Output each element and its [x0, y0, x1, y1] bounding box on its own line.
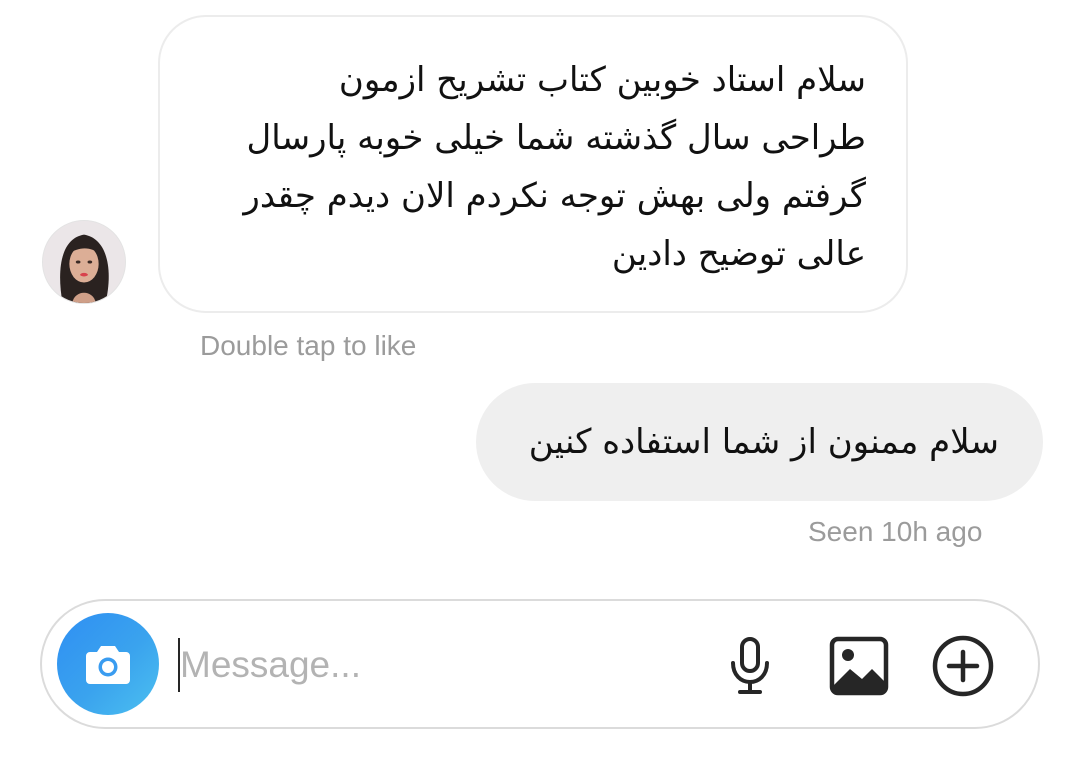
outgoing-message-bubble[interactable]: سلام ممنون از شما استفاده کنین — [476, 383, 1043, 501]
incoming-message-line: سلام استاد خوبین کتاب تشریح ازمون — [338, 60, 866, 100]
microphone-button[interactable] — [715, 631, 785, 701]
incoming-avatar[interactable] — [42, 220, 126, 304]
camera-button[interactable] — [57, 613, 159, 715]
message-composer — [40, 599, 1040, 729]
incoming-message-line: عالی توضیح دادین — [611, 234, 866, 274]
microphone-icon — [731, 637, 769, 694]
seen-status: Seen 10h ago — [808, 516, 983, 547]
incoming-message-line: طراحی سال گذشته شما خیلی خوبه پارسال — [246, 118, 866, 158]
message-input[interactable] — [180, 629, 700, 701]
add-button[interactable] — [928, 631, 998, 701]
incoming-message-line: گرفتم ولی بهش توجه نکردم الان دیدم چقدر — [243, 176, 866, 216]
camera-icon — [86, 646, 130, 684]
add-circle-icon — [932, 635, 994, 697]
gallery-button[interactable] — [824, 631, 894, 701]
gallery-icon — [829, 636, 889, 696]
incoming-message-bubble[interactable]: سلام استاد خوبین کتاب تشریح ازمون طراحی … — [158, 15, 908, 313]
double-tap-hint: Double tap to like — [200, 330, 417, 361]
user-avatar-photo — [43, 221, 125, 303]
outgoing-message-text: سلام ممنون از شما استفاده کنین — [528, 422, 999, 462]
